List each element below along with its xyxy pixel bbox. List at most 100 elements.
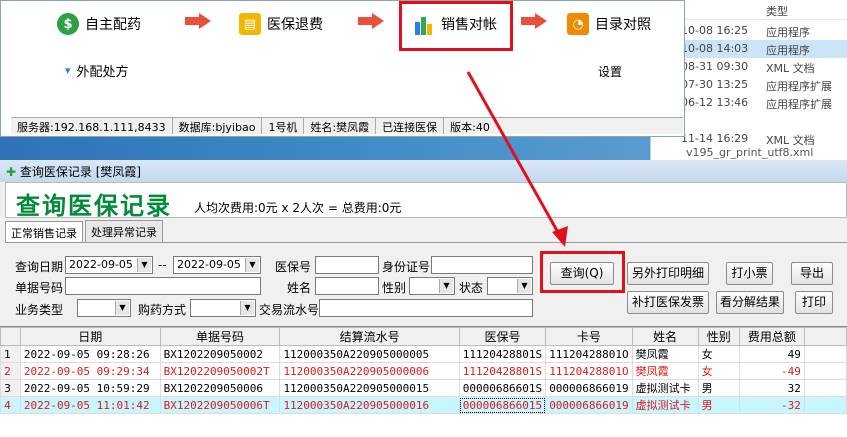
reprint-invoice-button[interactable]: 补打医保发票 xyxy=(627,291,709,314)
print-button[interactable]: 打印 xyxy=(795,291,833,314)
query-date-label: 查询日期 xyxy=(15,260,64,274)
cell-total: 32 xyxy=(738,379,805,397)
tool-external-prescription[interactable]: ▾ 外配处方 xyxy=(65,61,129,80)
tab-exception-records[interactable]: 处理异常记录 xyxy=(85,220,163,242)
cell-insurance-no: 11120428801S xyxy=(458,345,547,363)
ladder-icon: ▤ xyxy=(239,13,261,35)
file-date: 10-08 14:03 xyxy=(681,42,749,55)
id-no-input[interactable] xyxy=(431,256,533,274)
cell-extra xyxy=(803,396,847,414)
cell-txn-no: 112000350A220905000015 xyxy=(279,379,460,397)
tab-strip: 正常销售记录 处理异常记录 xyxy=(5,220,165,243)
header-extra[interactable] xyxy=(803,327,847,346)
doc-no-input[interactable] xyxy=(65,277,261,295)
query-insurance-window: ✚ 查询医保记录 [樊凤霞] 查询医保记录 人均次费用:0元 x 2人次 = 总… xyxy=(0,160,847,437)
file-date: 07-30 13:25 xyxy=(681,78,749,91)
header-total[interactable]: 费用总额 xyxy=(738,327,805,346)
gender-select[interactable]: ▼ xyxy=(409,277,455,295)
chevron-down-icon[interactable]: ▼ xyxy=(517,279,531,293)
cell-card-no: 000006866019 xyxy=(545,396,633,414)
insurance-no-input[interactable] xyxy=(315,256,379,274)
cell-card-no: 000006866019 xyxy=(545,379,633,397)
status-bar: 服务器:192.168.1.111,8433 数据库:bjyibao 1号机 姓… xyxy=(11,117,683,134)
chevron-down-icon[interactable]: ▼ xyxy=(137,258,151,272)
table-row[interactable]: 3 2022-09-05 10:59:29 BX1202209050006 11… xyxy=(0,379,847,397)
print-detail-button[interactable]: 另外打印明细 xyxy=(627,262,709,285)
file-date: 08-31 09:30 xyxy=(681,60,749,73)
tool-insurance-refund[interactable]: ▤ 医保退费 xyxy=(239,13,323,35)
header-txn-no[interactable]: 结算流水号 xyxy=(279,327,460,346)
cell-gender: 男 xyxy=(697,396,740,414)
tab-normal-sales[interactable]: 正常销售记录 xyxy=(5,221,83,243)
tool-self-dispense[interactable]: $ 自主配药 xyxy=(57,13,141,35)
date-to-value: 2022-09-05 xyxy=(177,258,241,271)
tool-label: 外配处方 xyxy=(76,65,129,80)
header-gender[interactable]: 性别 xyxy=(697,327,740,346)
header-doc-no[interactable]: 单据号码 xyxy=(159,327,281,346)
cell-date: 2022-09-05 11:01:42 xyxy=(19,396,161,414)
file-name: v195_gr_print_utf8.xml xyxy=(686,146,814,159)
cost-summary: 人均次费用:0元 x 2人次 = 总费用:0元 xyxy=(194,201,402,215)
cell-total: 49 xyxy=(738,345,805,363)
name-input[interactable] xyxy=(315,277,379,295)
chevron-down-icon[interactable]: ▼ xyxy=(245,258,259,272)
header-panel: 查询医保记录 人均次费用:0元 x 2人次 = 总费用:0元 xyxy=(5,182,847,220)
file-type: 应用程序扩展 xyxy=(766,80,832,93)
cell-total: -49 xyxy=(738,362,805,380)
file-type: XML 文档 xyxy=(766,62,815,75)
header-card-no[interactable]: 卡号 xyxy=(545,327,633,346)
row-number: 3 xyxy=(0,379,21,397)
export-button[interactable]: 导出 xyxy=(791,262,833,285)
file-type: 应用程序 xyxy=(766,44,810,57)
header-rownum[interactable] xyxy=(0,327,21,346)
status-connection: 已连接医保 xyxy=(376,118,445,134)
tool-catalog-mapping[interactable]: ◔ 目录对照 xyxy=(567,13,651,35)
status-label: 状态 xyxy=(459,281,484,295)
records-table: 日期 单据号码 结算流水号 医保号 卡号 姓名 性别 费用总额 1 2022-0… xyxy=(0,326,847,437)
page-title: 查询医保记录 xyxy=(16,192,172,220)
status-terminal: 1号机 xyxy=(262,118,305,134)
header-name[interactable]: 姓名 xyxy=(631,327,699,346)
tool-label: 目录对照 xyxy=(595,17,651,33)
search-form: 查询日期 2022-09-05 ▼ -- 2022-09-05 ▼ 医保号 身份证号… xyxy=(5,242,847,324)
status-database: 数据库:bjyibao xyxy=(173,118,263,134)
cell-extra xyxy=(803,362,847,380)
cell-doc-no: BX1202209050006 xyxy=(159,379,281,397)
arrow-right-icon xyxy=(521,13,547,29)
cell-extra xyxy=(803,345,847,363)
header-date[interactable]: 日期 xyxy=(19,327,161,346)
biz-type-select[interactable]: ▼ xyxy=(77,299,131,317)
pharmacy-main-window: $ 自主配药 ▤ 医保退费 销售对帐 ◔ 目录对照 ▾ 外配处方 设置 服务器:… xyxy=(0,0,685,137)
dollar-icon: $ xyxy=(57,13,79,35)
rss-icon: ◔ xyxy=(567,13,589,35)
chevron-down-icon[interactable]: ▼ xyxy=(240,301,254,315)
annotation-highlight-box xyxy=(399,1,513,51)
buy-method-label: 购药方式 xyxy=(138,303,187,317)
cell-name: 樊凤霞 xyxy=(631,362,699,380)
table-row[interactable]: 1 2022-09-05 09:28:26 BX1202209050002 11… xyxy=(0,345,847,363)
print-receipt-button[interactable]: 打小票 xyxy=(726,262,773,285)
header-insurance-no[interactable]: 医保号 xyxy=(458,327,547,346)
date-from-picker[interactable]: 2022-09-05 ▼ xyxy=(65,256,153,274)
window-title: 查询医保记录 [樊凤霞] xyxy=(19,165,142,179)
column-type-header[interactable]: 类型 xyxy=(766,3,788,19)
cell-date: 2022-09-05 10:59:29 xyxy=(19,379,161,397)
chevron-down-icon[interactable]: ▼ xyxy=(115,301,129,315)
date-to-picker[interactable]: 2022-09-05 ▼ xyxy=(173,256,261,274)
file-type: 应用程序扩展 xyxy=(766,98,832,111)
settings-button[interactable]: 设置 xyxy=(598,63,622,80)
buy-method-select[interactable]: ▼ xyxy=(190,299,256,317)
table-row[interactable]: 2 2022-09-05 09:29:34 BX1202209050002T 1… xyxy=(0,362,847,380)
chevron-down-icon[interactable]: ▼ xyxy=(439,279,453,293)
cell-insurance-no[interactable]: 000006866015 xyxy=(458,396,547,414)
cell-gender: 男 xyxy=(697,379,740,397)
cell-gender: 女 xyxy=(697,362,740,380)
view-split-result-button[interactable]: 看分解结果 xyxy=(716,291,784,314)
cell-gender: 女 xyxy=(697,345,740,363)
biz-type-label: 业务类型 xyxy=(15,303,64,317)
cell-txn-no: 112000350A220905000005 xyxy=(279,345,460,363)
table-row[interactable]: 4 2022-09-05 11:01:42 BX1202209050006T 1… xyxy=(0,396,847,414)
status-user: 姓名:樊凤霞 xyxy=(304,118,377,134)
status-select[interactable]: ▼ xyxy=(487,277,533,295)
txn-no-input[interactable] xyxy=(319,299,533,317)
